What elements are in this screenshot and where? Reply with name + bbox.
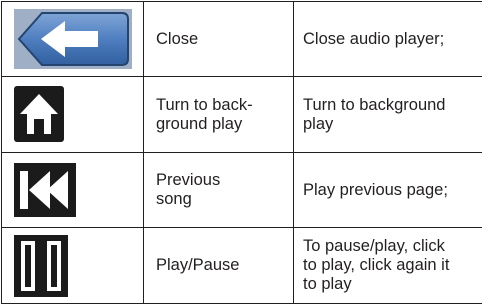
icon-cell <box>1 152 144 228</box>
function-description-text: To pause/play, click to play, click agai… <box>303 237 450 293</box>
home-icon <box>14 86 64 142</box>
previous-track-icon <box>14 163 76 217</box>
function-name: Play/Pause <box>143 227 294 304</box>
function-name: Previous song <box>143 152 294 228</box>
function-description-text: Turn to background play <box>303 95 446 133</box>
back-arrow-icon <box>14 9 132 69</box>
icon-cell <box>1 227 144 304</box>
function-description: Close audio player; <box>293 1 482 77</box>
function-name: Close <box>143 1 294 77</box>
icon-cell <box>1 1 144 77</box>
pause-icon <box>14 235 68 297</box>
function-description: Turn to background play <box>293 76 482 153</box>
table-row: Previous song Play previous page; <box>1 152 482 228</box>
icon-cell <box>1 76 144 153</box>
function-name: Turn to back- ground play <box>143 76 294 153</box>
function-description: To pause/play, click to play, click agai… <box>293 227 482 304</box>
function-table: Close Close audio player; Turn to back- … <box>1 1 482 304</box>
function-name-text: Turn to back- ground play <box>156 95 253 133</box>
table-row: Turn to back- ground play Turn to backgr… <box>1 76 482 153</box>
function-description: Play previous page; <box>293 152 482 228</box>
function-name-text: Previous song <box>156 171 221 208</box>
table-row: Play/Pause To pause/play, click to play,… <box>1 227 482 304</box>
table-row: Close Close audio player; <box>1 1 482 77</box>
